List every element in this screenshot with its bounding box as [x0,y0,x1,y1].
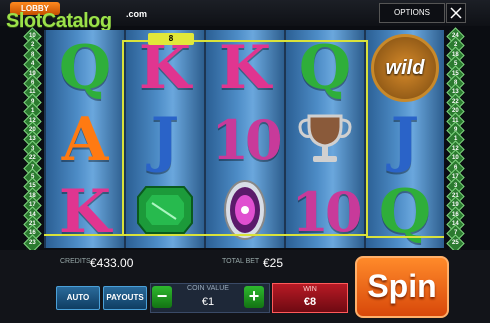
auto-button[interactable]: AUTO [56,286,100,310]
reel-2-symbol-3 [126,176,204,248]
reel-5: wild J Q [366,30,444,248]
coin-value-label: COIN VALUE [187,285,229,292]
options-button[interactable]: OPTIONS [379,3,445,23]
total-bet-label: TOTAL BET [222,258,260,265]
symbol-a: A [61,105,109,175]
spin-button[interactable]: Spin [355,256,449,318]
reel-4: Q 10 [286,30,364,248]
payouts-button[interactable]: PAYOUTS [103,286,147,310]
winning-line-tag: 8 [148,33,194,45]
credits-label: CREDITS [60,258,91,265]
reel-area: QAK KJ K 10 Q 10 wild J Q [44,30,444,248]
close-button[interactable] [446,3,466,23]
reel-3-symbol-2: 10 [206,104,284,176]
winning-line-right [366,236,444,238]
coin-increase-button[interactable]: + [244,286,264,308]
reel-3-symbol-3 [206,176,284,248]
symbol-j: J [150,105,180,175]
symbol-q: Q [378,177,432,247]
reel-1-symbol-3: K [46,176,124,248]
silver-trophy-icon [295,110,355,171]
win-label: WIN [303,286,317,293]
winning-line-left [44,234,124,236]
reel-5-symbol-1: wild [366,32,444,104]
close-icon [450,7,462,19]
symbol-k: K [58,177,112,247]
symbol-10: 10 [211,108,282,172]
symbol-j: J [390,105,420,175]
pink-opal-gem-icon [222,178,268,247]
emerald-gem-icon [136,185,194,240]
wild-symbol: wild [371,34,439,102]
reel-2: KJ [126,30,204,248]
reel-4-symbol-2 [286,104,364,176]
reel-3-symbol-1: K [206,32,284,104]
payline-rail-right: 24218515813222011911210617321191614725 [446,27,465,253]
reel-1-symbol-2: A [46,104,124,176]
symbol-k: K [218,33,272,103]
reel-5-symbol-2: J [366,104,444,176]
symbol-10: 10 [291,180,362,244]
reel-4-symbol-1: Q [286,32,364,104]
reel-1-symbol-1: Q [46,32,124,104]
symbol-q: Q [58,33,112,103]
reel-1: QAK [46,30,124,248]
reel-4-symbol-3: 10 [286,176,364,248]
symbol-q: Q [298,33,352,103]
slotcatalog-logo-suffix: .com [126,9,148,19]
symbol-k: K [138,33,192,103]
coin-decrease-button[interactable]: − [152,286,172,308]
reel-3: K 10 [206,30,284,248]
win-value: €8 [303,296,317,308]
total-bet-value: €25 [263,256,284,270]
payline-rail-left: 1028419611911220133227515181714211623 [23,27,42,253]
reel-2-symbol-2: J [126,104,204,176]
coin-value: €1 [201,296,215,308]
credits-value: €433.00 [90,256,134,270]
